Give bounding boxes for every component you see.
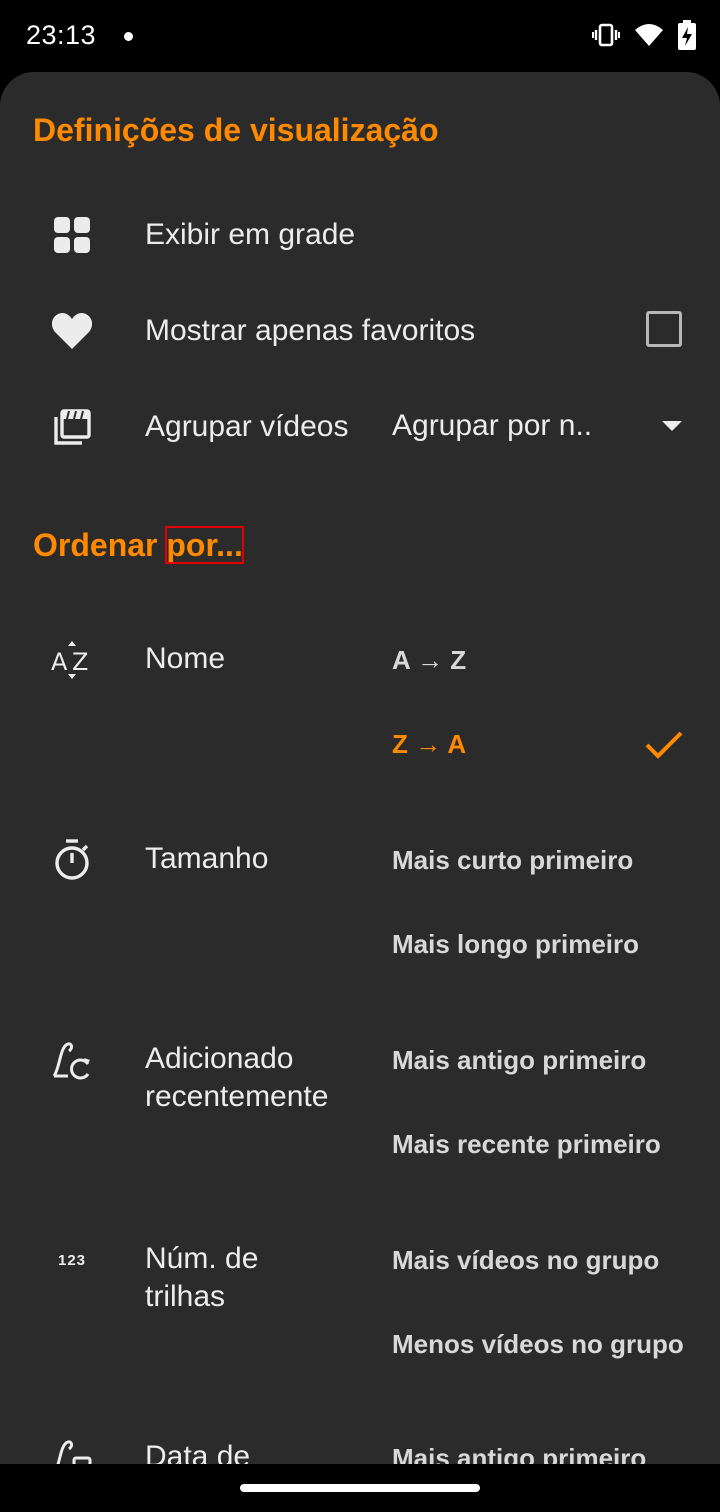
timer-icon: [50, 838, 94, 882]
sort-name-label: Nome: [145, 642, 226, 675]
sort-duration-label: Tamanho: [145, 842, 269, 875]
sort-az-icon: A Z: [50, 638, 94, 682]
navigation-bar: [0, 1464, 720, 1512]
sort-tracks-least[interactable]: Menos vídeos no grupo: [392, 1329, 684, 1360]
sort-tracks-most[interactable]: Mais vídeos no grupo: [392, 1245, 659, 1276]
sort-name-asc[interactable]: A → Z: [392, 645, 466, 676]
sort-added-label: Adicionado recentemente: [145, 1042, 329, 1113]
date-icon: [50, 1436, 94, 1464]
sort-title: Ordenar por...: [33, 526, 244, 564]
svg-text:A: A: [51, 648, 68, 676]
sort-date-label: Data de: [145, 1440, 251, 1464]
favorites-only-checkbox[interactable]: [646, 311, 682, 347]
favorites-only-label: Mostrar apenas favoritos: [145, 314, 476, 347]
numbers-icon: 123: [57, 1251, 87, 1269]
video-library-icon: [50, 405, 94, 449]
grid-icon: [50, 213, 94, 257]
group-videos-select[interactable]: Agrupar por n..: [392, 409, 592, 443]
sort-added-oldest[interactable]: Mais antigo primeiro: [392, 1045, 646, 1076]
recently-added-icon: [50, 1038, 94, 1082]
notification-dot: [124, 32, 133, 41]
status-icons: [592, 20, 696, 50]
vibrate-icon: [592, 21, 620, 49]
home-gesture-pill[interactable]: [240, 1484, 480, 1492]
sort-duration-shortest[interactable]: Mais curto primeiro: [392, 845, 633, 876]
sort-added-newest[interactable]: Mais recente primeiro: [392, 1129, 661, 1160]
sort-duration-longest[interactable]: Mais longo primeiro: [392, 929, 639, 960]
chevron-down-icon[interactable]: [662, 421, 682, 431]
sort-title-highlight: por...: [165, 526, 244, 564]
check-icon: [645, 731, 683, 759]
sort-tracks-label: Núm. de trilhas: [145, 1242, 259, 1313]
grid-toggle[interactable]: Exibir em grade: [145, 216, 355, 254]
battery-charging-icon: [678, 20, 696, 50]
status-time: 23:13: [26, 20, 97, 50]
display-settings-sheet: Definições de visualização Exibir em gra…: [0, 72, 720, 1464]
display-settings-title: Definições de visualização: [33, 112, 439, 148]
wifi-icon: [634, 22, 664, 48]
sort-date-oldest[interactable]: Mais antigo primeiro: [392, 1443, 646, 1464]
svg-text:Z: Z: [72, 648, 88, 676]
group-videos-label: Agrupar vídeos: [145, 410, 349, 443]
sort-name-desc[interactable]: Z → A: [392, 729, 466, 760]
heart-icon: [50, 309, 94, 353]
status-bar: 23:13: [0, 0, 720, 72]
